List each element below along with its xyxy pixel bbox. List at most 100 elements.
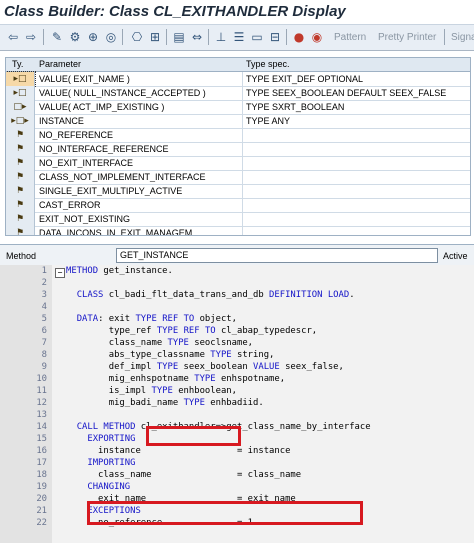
exception-icon: ⚑ (6, 170, 35, 184)
arrow-right-icon[interactable]: ⇨ (24, 30, 38, 44)
parameter-row[interactable]: ▸□▸ INSTANCE TYPE ANY (6, 114, 470, 129)
arrow-left-icon[interactable]: ⇦ (6, 30, 20, 44)
parameter-name: VALUE( EXIT_NAME ) (39, 74, 130, 84)
parameter-row[interactable]: ⚑ EXIT_NOT_EXISTING (6, 212, 470, 227)
code-line[interactable]: mig_enhspotname TYPE enhspotname, (66, 374, 285, 384)
code-line[interactable]: IMPORTING (66, 458, 135, 468)
parameter-type-spec: TYPE SEEX_BOOLEAN DEFAULT SEEX_FALSE (242, 86, 470, 100)
parameter-type-spec (242, 170, 470, 184)
parameter-name: DATA_INCONS_IN_EXIT_MANAGEM (39, 228, 193, 236)
line-number: 9 (41, 362, 47, 372)
code-line[interactable]: type_ref TYPE REF TO cl_abap_typedescr, (66, 326, 317, 336)
parameter-table-header: Ty. Parameter Type spec. (6, 58, 470, 72)
window-title-bar: Class Builder: Class CL_EXITHANDLER Disp… (0, 0, 474, 24)
line-number: 7 (41, 338, 47, 348)
info-icon[interactable]: ▭ (250, 30, 264, 44)
parameter-type-spec-text: TYPE ANY (246, 116, 291, 126)
column-header-parameter[interactable]: Parameter (39, 59, 81, 69)
pattern-button[interactable]: Pattern (334, 32, 366, 43)
parameter-row[interactable]: ⚑ NO_EXIT_INTERFACE (6, 156, 470, 171)
line-number: 20 (36, 494, 47, 504)
parameter-type-spec: TYPE EXIT_DEF OPTIONAL (242, 72, 470, 86)
code-line[interactable]: def_impl TYPE seex_boolean VALUE seex_fa… (66, 362, 344, 372)
parameter-type-spec-text: TYPE SXRT_BOOLEAN (246, 102, 345, 112)
parameter-type-spec-text: TYPE EXIT_DEF OPTIONAL (246, 74, 364, 84)
parameter-type-spec: TYPE ANY (242, 114, 470, 128)
parameter-row[interactable]: ⚑ DATA_INCONS_IN_EXIT_MANAGEM (6, 226, 470, 236)
parameter-name: CLASS_NOT_IMPLEMENT_INTERFACE (39, 172, 206, 182)
parameter-type-spec (242, 128, 470, 142)
exception-icon: ⚑ (6, 198, 35, 212)
exporting-icon: □▸ (6, 100, 35, 114)
method-status: Active (443, 251, 468, 261)
tree-icon[interactable]: ⊟ (268, 30, 282, 44)
parameter-row[interactable]: ⚑ CAST_ERROR (6, 198, 470, 213)
signature-button[interactable]: Signa (451, 32, 474, 43)
code-editor[interactable]: 1 METHOD get_instance. 2 3 CLASS cl_badi_fl… (0, 265, 474, 543)
code-line[interactable]: EXPORTING (66, 434, 135, 444)
parameter-row[interactable]: ⚑ CLASS_NOT_IMPLEMENT_INTERFACE (6, 170, 470, 185)
class-doc-icon[interactable]: ☰ (232, 30, 246, 44)
code-line[interactable]: mig_badi_name TYPE enhbadiid. (66, 398, 264, 408)
parameter-name: NO_INTERFACE_REFERENCE (39, 144, 169, 154)
line-number: 13 (36, 410, 47, 420)
collapse-block-icon[interactable]: − (55, 268, 65, 278)
parameter-name: VALUE( NULL_INSTANCE_ACCEPTED ) (39, 88, 206, 98)
code-line[interactable]: METHOD get_instance. (66, 266, 173, 276)
parameter-row[interactable]: ▸□ VALUE( NULL_INSTANCE_ACCEPTED ) TYPE SE… (6, 86, 470, 101)
code-line[interactable]: CHANGING (66, 482, 130, 492)
parameter-row[interactable]: ⚑ NO_INTERFACE_REFERENCE (6, 142, 470, 157)
parameter-name: INSTANCE (39, 116, 84, 126)
activate-icon[interactable]: ⚙ (68, 30, 82, 44)
local-types-icon[interactable]: ⊞ (148, 30, 162, 44)
parameter-row[interactable]: ⚑ SINGLE_EXIT_MULTIPLY_ACTIVE (6, 184, 470, 199)
window-title: Class Builder: Class CL_EXITHANDLER Disp… (4, 3, 346, 20)
line-number: 19 (36, 482, 47, 492)
toolbar-separator (122, 29, 123, 45)
line-number: 14 (36, 422, 47, 432)
highlight-cl-exithandler (146, 426, 241, 446)
where-used-icon[interactable]: ◎ (104, 30, 118, 44)
line-number: 4 (41, 302, 47, 312)
parameter-row[interactable]: ▸□ VALUE( EXIT_NAME ) TYPE EXIT_DEF OPTION… (6, 71, 470, 87)
column-header-type[interactable]: Ty. (12, 59, 23, 69)
method-name-field[interactable]: GET_INSTANCE (116, 248, 438, 263)
hierarchy-icon[interactable]: ⎔ (130, 30, 144, 44)
parameter-name: EXIT_NOT_EXISTING (39, 214, 131, 224)
parameter-name: NO_REFERENCE (39, 130, 114, 140)
code-line[interactable]: class_name TYPE seoclsname, (66, 338, 253, 348)
code-line[interactable]: is_impl TYPE enhboolean, (66, 386, 237, 396)
superclass-icon[interactable]: ⇔ (190, 30, 204, 44)
insert-icon[interactable]: ⊥ (214, 30, 228, 44)
column-header-type-spec[interactable]: Type spec. (246, 59, 290, 69)
parameter-type-spec (242, 226, 470, 235)
pretty-printer-button[interactable]: Pretty Printer (378, 32, 436, 43)
method-name-value: GET_INSTANCE (120, 250, 189, 260)
parameter-type-spec (242, 212, 470, 226)
toolbar-separator (208, 29, 209, 45)
code-line[interactable]: abs_type_classname TYPE string, (66, 350, 275, 360)
parameter-type-spec (242, 156, 470, 170)
code-line[interactable]: instance = instance (66, 446, 290, 456)
code-line[interactable]: CLASS cl_badi_flt_data_trans_and_db DEFI… (66, 290, 355, 300)
test-icon[interactable]: ⊕ (86, 30, 100, 44)
line-number: 15 (36, 434, 47, 444)
check-icon[interactable]: ▤ (172, 30, 186, 44)
line-number: 8 (41, 350, 47, 360)
exception-icon: ⚑ (6, 184, 35, 198)
method-bar: Method GET_INSTANCE Active (0, 244, 474, 266)
code-line[interactable]: class_name = class_name (66, 470, 301, 480)
breakpoint-icon[interactable]: ● (292, 30, 306, 44)
line-number: 11 (36, 386, 47, 396)
exception-icon: ⚑ (6, 212, 35, 226)
pencil-glasses-icon[interactable]: ✎ (50, 30, 64, 44)
session-breakpoint-icon[interactable]: ◉ (310, 30, 324, 44)
parameter-row[interactable]: □▸ VALUE( ACT_IMP_EXISTING ) TYPE SXRT_BOO… (6, 100, 470, 115)
code-line[interactable]: DATA: exit TYPE REF TO object, (66, 314, 237, 324)
method-label: Method (6, 251, 37, 261)
parameter-row[interactable]: ⚑ NO_REFERENCE (6, 128, 470, 143)
toolbar-separator (286, 29, 287, 45)
parameter-table: Ty. Parameter Type spec. ▸□ VALUE( EXIT_N… (5, 57, 471, 236)
importing-icon: ▸□ (6, 71, 36, 87)
line-number: 12 (36, 398, 47, 408)
